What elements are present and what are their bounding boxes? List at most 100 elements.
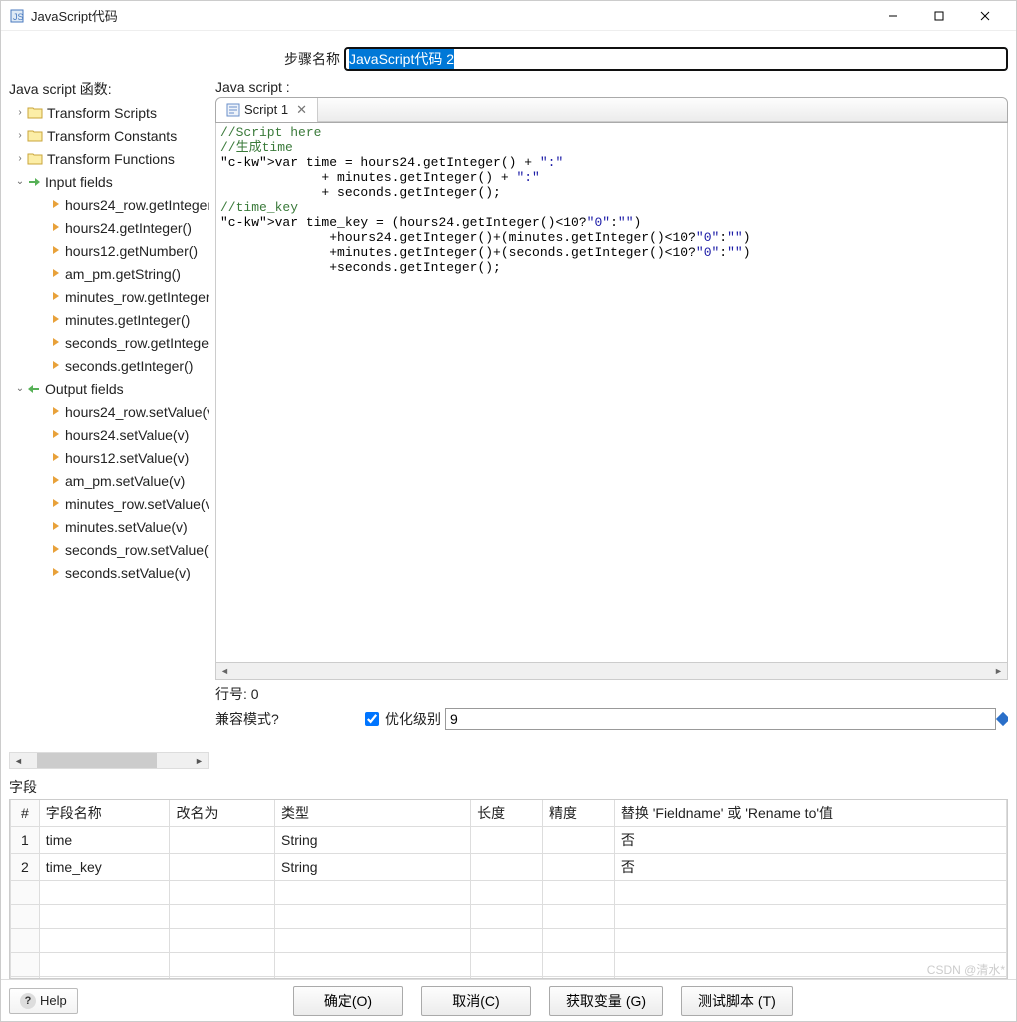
table-row[interactable]	[11, 929, 1007, 953]
field-icon	[51, 427, 61, 442]
tree-input-fields[interactable]: ⌄Input fields	[9, 170, 209, 193]
table-row[interactable]: 2time_keyString否	[11, 854, 1007, 881]
cancel-button[interactable]: 取消(C)	[421, 986, 531, 1016]
ed-scroll-left-icon[interactable]: ◄	[216, 663, 233, 679]
script-pane: Java script : Script 1 ✕ //Script here /	[215, 79, 1008, 769]
tab-close-icon[interactable]: ✕	[296, 102, 307, 118]
svg-text:JS: JS	[13, 12, 24, 22]
editor-hscrollbar[interactable]: ◄ ►	[215, 663, 1008, 680]
table-row[interactable]	[11, 905, 1007, 929]
ok-button[interactable]: 确定(O)	[293, 986, 403, 1016]
code-editor[interactable]: //Script here //生成time "c-kw">var time =…	[215, 123, 1008, 663]
help-icon: ?	[20, 993, 36, 1009]
tree-output-fields[interactable]: ⌄Output fields	[9, 377, 209, 400]
field-icon	[51, 335, 61, 350]
watermark: CSDN @清水*	[927, 961, 1005, 978]
tab-label: Script 1	[244, 102, 288, 117]
tree-input-item[interactable]: hours24.getInteger()	[9, 216, 209, 239]
button-row: 确定(O) 取消(C) 获取变量 (G) 测试脚本 (T)	[78, 986, 1008, 1016]
field-icon	[51, 289, 61, 304]
field-icon	[51, 404, 61, 419]
fields-label: 字段	[9, 777, 1008, 797]
grid-header[interactable]: 类型	[275, 800, 471, 827]
close-button[interactable]	[962, 1, 1008, 31]
scroll-right-icon[interactable]: ►	[191, 752, 208, 769]
grid-header[interactable]: 替换 'Fieldname' 或 'Rename to'值	[614, 800, 1006, 827]
script-icon	[226, 103, 240, 117]
scroll-left-icon[interactable]: ◄	[10, 752, 27, 769]
tree-input-item[interactable]: hours24_row.getInteger()	[9, 193, 209, 216]
line-number-label: 行号: 0	[215, 684, 415, 704]
tree-output-item[interactable]: hours24.setValue(v)	[9, 423, 209, 446]
optlevel-diamond-icon[interactable]	[996, 712, 1008, 726]
tree-input-item[interactable]: hours12.getNumber()	[9, 239, 209, 262]
help-button[interactable]: ? Help	[9, 988, 78, 1014]
field-icon	[51, 197, 61, 212]
step-name-input[interactable]	[344, 47, 1008, 71]
get-variables-button[interactable]: 获取变量 (G)	[549, 986, 663, 1016]
script-label: Java script :	[215, 79, 1008, 95]
field-icon	[51, 220, 61, 235]
table-row[interactable]	[11, 953, 1007, 977]
tree-input-item[interactable]: seconds_row.getInteger()	[9, 331, 209, 354]
field-icon	[51, 266, 61, 281]
grid-header[interactable]: #	[11, 800, 40, 827]
grid-header[interactable]: 长度	[471, 800, 543, 827]
tree-folder[interactable]: ›Transform Constants	[9, 124, 209, 147]
output-icon	[27, 382, 41, 396]
mid-split: Java script 函数: ›Transform Scripts›Trans…	[9, 79, 1008, 769]
tab-container: Script 1 ✕	[215, 97, 1008, 123]
titlebar: JS JavaScript代码	[1, 1, 1016, 31]
status-row: 行号: 0	[215, 684, 1008, 704]
tree-folder[interactable]: ›Transform Functions	[9, 147, 209, 170]
step-name-row: 步骤名称	[9, 47, 1008, 71]
dialog-window: JS JavaScript代码 步骤名称 Java script 函数: ›Tr…	[0, 0, 1017, 1022]
scroll-thumb[interactable]	[37, 753, 157, 768]
maximize-button[interactable]	[916, 1, 962, 31]
optlevel-input[interactable]	[445, 708, 996, 730]
tree-output-item[interactable]: hours24_row.setValue(v)	[9, 400, 209, 423]
compat-row: 兼容模式? 优化级别	[215, 708, 1008, 730]
grid-header[interactable]: 改名为	[170, 800, 275, 827]
tree-hscrollbar[interactable]: ◄ ►	[9, 752, 209, 769]
field-icon	[51, 243, 61, 258]
table-row[interactable]: 1timeString否	[11, 827, 1007, 854]
table-row[interactable]	[11, 881, 1007, 905]
tab-bar: Script 1 ✕	[216, 98, 1007, 122]
compat-label: 兼容模式?	[215, 709, 365, 729]
tree-folder[interactable]: ›Transform Scripts	[9, 101, 209, 124]
footer: ? Help 确定(O) 取消(C) 获取变量 (G) 测试脚本 (T)	[1, 979, 1016, 1021]
test-script-button[interactable]: 测试脚本 (T)	[681, 986, 793, 1016]
tree-output-item[interactable]: seconds.setValue(v)	[9, 561, 209, 584]
tree-input-item[interactable]: am_pm.getString()	[9, 262, 209, 285]
folder-icon	[27, 152, 43, 165]
field-icon	[51, 565, 61, 580]
grid-header[interactable]: 精度	[542, 800, 614, 827]
input-icon	[27, 175, 41, 189]
fields-grid[interactable]: #字段名称改名为类型长度精度替换 'Fieldname' 或 'Rename t…	[9, 799, 1008, 979]
tree-input-item[interactable]: seconds.getInteger()	[9, 354, 209, 377]
grid-header[interactable]: 字段名称	[39, 800, 170, 827]
folder-icon	[27, 106, 43, 119]
field-icon	[51, 519, 61, 534]
field-icon	[51, 450, 61, 465]
field-icon	[51, 473, 61, 488]
tree-output-item[interactable]: minutes_row.setValue(v)	[9, 492, 209, 515]
ed-scroll-right-icon[interactable]: ►	[990, 663, 1007, 679]
optlevel-label: 优化级别	[385, 709, 441, 729]
app-icon: JS	[9, 8, 25, 24]
minimize-button[interactable]	[870, 1, 916, 31]
window-title: JavaScript代码	[31, 6, 870, 25]
tree-input-item[interactable]: minutes.getInteger()	[9, 308, 209, 331]
tree-output-item[interactable]: hours12.setValue(v)	[9, 446, 209, 469]
function-tree[interactable]: ›Transform Scripts›Transform Constants›T…	[9, 101, 209, 752]
field-icon	[51, 496, 61, 511]
compat-checkbox[interactable]	[365, 712, 379, 726]
tab-script-1[interactable]: Script 1 ✕	[216, 98, 318, 122]
tree-output-item[interactable]: minutes.setValue(v)	[9, 515, 209, 538]
tree-input-item[interactable]: minutes_row.getInteger()	[9, 285, 209, 308]
tree-output-item[interactable]: am_pm.setValue(v)	[9, 469, 209, 492]
tree-output-item[interactable]: seconds_row.setValue(v)	[9, 538, 209, 561]
functions-label: Java script 函数:	[9, 79, 209, 99]
field-icon	[51, 358, 61, 373]
